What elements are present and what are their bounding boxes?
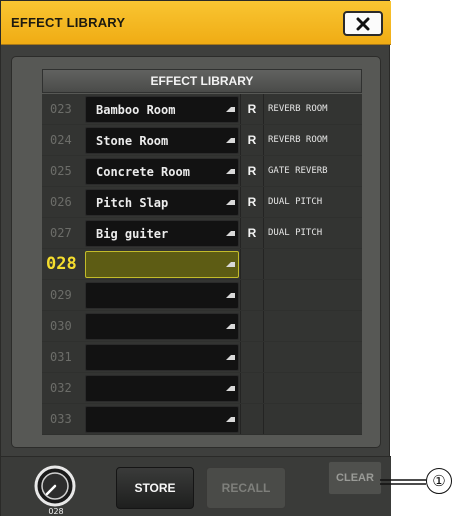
selector-knob-icon[interactable] — [34, 465, 76, 507]
effect-name-field[interactable] — [85, 251, 239, 278]
edit-icon — [226, 193, 235, 205]
row-number: 023 — [50, 102, 72, 116]
knob-value: 028 — [48, 507, 64, 516]
library-row[interactable]: 031 — [42, 342, 362, 373]
library-row[interactable]: 027 Big guiter R DUAL PITCH — [42, 218, 362, 249]
read-only-mark — [240, 373, 264, 403]
edit-icon — [226, 224, 235, 236]
edit-icon — [226, 286, 235, 298]
title-bar: EFFECT LIBRARY — [1, 1, 391, 45]
effect-name: Stone Room — [96, 134, 169, 148]
library-row[interactable]: 033 — [42, 404, 362, 435]
callout-line — [380, 479, 426, 485]
effect-library-window: EFFECT LIBRARY EFFECT LIBRARY 023 Bamboo … — [0, 0, 391, 516]
edit-icon — [226, 379, 235, 391]
row-number: 028 — [46, 254, 77, 274]
library-table-header: EFFECT LIBRARY — [42, 69, 362, 93]
effect-name-field[interactable] — [85, 313, 239, 340]
library-row[interactable]: 026 Pitch Slap R DUAL PITCH — [42, 187, 362, 218]
library-rows: 023 Bamboo Room R REVERB ROOM 024 Stone Room R… — [42, 94, 362, 435]
effect-name-field[interactable]: Big guiter — [85, 220, 239, 247]
library-row[interactable]: 023 Bamboo Room R REVERB ROOM — [42, 94, 362, 125]
read-only-mark — [240, 249, 264, 279]
library-row[interactable]: 025 Concrete Room R GATE REVERB — [42, 156, 362, 187]
effect-type: REVERB ROOM — [268, 135, 328, 145]
effect-name-field[interactable]: Pitch Slap — [85, 189, 239, 216]
read-only-mark — [240, 342, 264, 372]
row-number: 024 — [50, 133, 72, 147]
effect-name-field[interactable]: Bamboo Room — [85, 96, 239, 123]
library-row[interactable]: 028 — [42, 249, 362, 280]
effect-name: Pitch Slap — [96, 196, 169, 210]
row-number: 027 — [50, 226, 72, 240]
effect-name: Bamboo Room — [96, 103, 176, 117]
effect-type: GATE REVERB — [268, 166, 328, 176]
effect-name-field[interactable]: Concrete Room — [85, 158, 239, 185]
recall-button[interactable]: RECALL — [206, 467, 286, 509]
edit-icon — [226, 131, 235, 143]
store-button[interactable]: STORE — [116, 467, 194, 509]
library-row[interactable]: 029 — [42, 280, 362, 311]
read-only-mark: R — [240, 125, 264, 155]
effect-name-field[interactable] — [85, 282, 239, 309]
row-number: 033 — [50, 412, 72, 426]
read-only-mark — [240, 311, 264, 341]
edit-icon — [226, 410, 235, 422]
close-button[interactable] — [343, 11, 383, 36]
window-title: EFFECT LIBRARY — [11, 15, 126, 30]
effect-type: DUAL PITCH — [268, 197, 323, 207]
edit-icon — [226, 255, 235, 267]
footer-bar: 028 STORE RECALL CLEAR — [1, 456, 391, 516]
library-row[interactable]: 030 — [42, 311, 362, 342]
effect-name: Big guiter — [96, 227, 169, 241]
effect-type: REVERB ROOM — [268, 104, 328, 114]
edit-icon — [226, 348, 235, 360]
effect-name-field[interactable] — [85, 344, 239, 371]
read-only-mark: R — [240, 187, 264, 217]
row-number: 026 — [50, 195, 72, 209]
edit-icon — [226, 317, 235, 329]
row-number: 025 — [50, 164, 72, 178]
clear-button[interactable]: CLEAR — [328, 461, 382, 495]
effect-name-field[interactable] — [85, 375, 239, 402]
callout-marker: ① — [426, 468, 452, 494]
row-number: 031 — [50, 350, 72, 364]
library-panel: EFFECT LIBRARY 023 Bamboo Room R REVERB ROO… — [11, 56, 381, 448]
read-only-mark: R — [240, 218, 264, 248]
effect-name-field[interactable] — [85, 406, 239, 433]
edit-icon — [226, 100, 235, 112]
close-icon — [356, 17, 370, 30]
effect-name-field[interactable]: Stone Room — [85, 127, 239, 154]
row-number: 032 — [50, 381, 72, 395]
row-number: 029 — [50, 288, 72, 302]
read-only-mark: R — [240, 94, 264, 124]
effect-name: Concrete Room — [96, 165, 190, 179]
read-only-mark: R — [240, 156, 264, 186]
library-row[interactable]: 032 — [42, 373, 362, 404]
row-number: 030 — [50, 319, 72, 333]
read-only-mark — [240, 280, 264, 310]
read-only-mark — [240, 404, 264, 434]
edit-icon — [226, 162, 235, 174]
library-row[interactable]: 024 Stone Room R REVERB ROOM — [42, 125, 362, 156]
effect-type: DUAL PITCH — [268, 228, 323, 238]
